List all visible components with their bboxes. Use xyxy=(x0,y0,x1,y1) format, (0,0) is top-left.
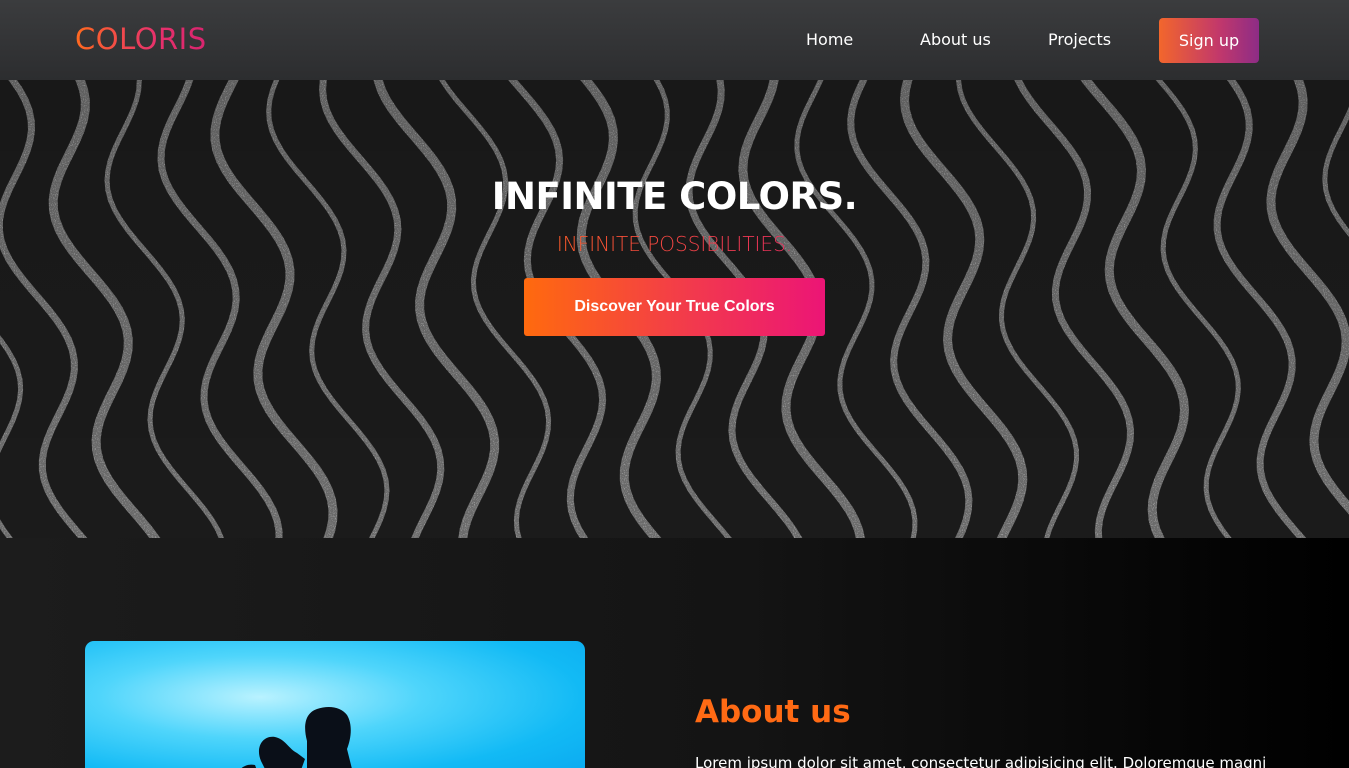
about-text: Lorem ipsum dolor sit amet, consectetur … xyxy=(695,754,1267,768)
person-silhouette-image xyxy=(241,707,352,768)
discover-colors-button[interactable]: Discover Your True Colors xyxy=(524,278,825,336)
nav-link-about-us[interactable]: About us xyxy=(920,30,991,49)
hero-subtitle: INFINITE POSSIBILITIES. xyxy=(0,232,1349,256)
about-section: About us Lorem ipsum dolor sit amet, con… xyxy=(0,538,1349,768)
about-heading: About us xyxy=(695,694,851,730)
hero-title: INFINITE COLORS. xyxy=(491,175,858,218)
navbar: COLORIS Home About us Projects Sign up xyxy=(0,0,1349,80)
hero-section: INFINITE COLORS. INFINITE POSSIBILITIES.… xyxy=(0,80,1349,538)
signup-button[interactable]: Sign up xyxy=(1159,18,1259,63)
hero-subtitle-text: INFINITE POSSIBILITIES. xyxy=(556,232,793,256)
nav-link-projects[interactable]: Projects xyxy=(1048,30,1111,49)
logo[interactable]: COLORIS xyxy=(75,22,207,56)
nav-link-home[interactable]: Home xyxy=(806,30,853,49)
about-image xyxy=(85,641,585,768)
